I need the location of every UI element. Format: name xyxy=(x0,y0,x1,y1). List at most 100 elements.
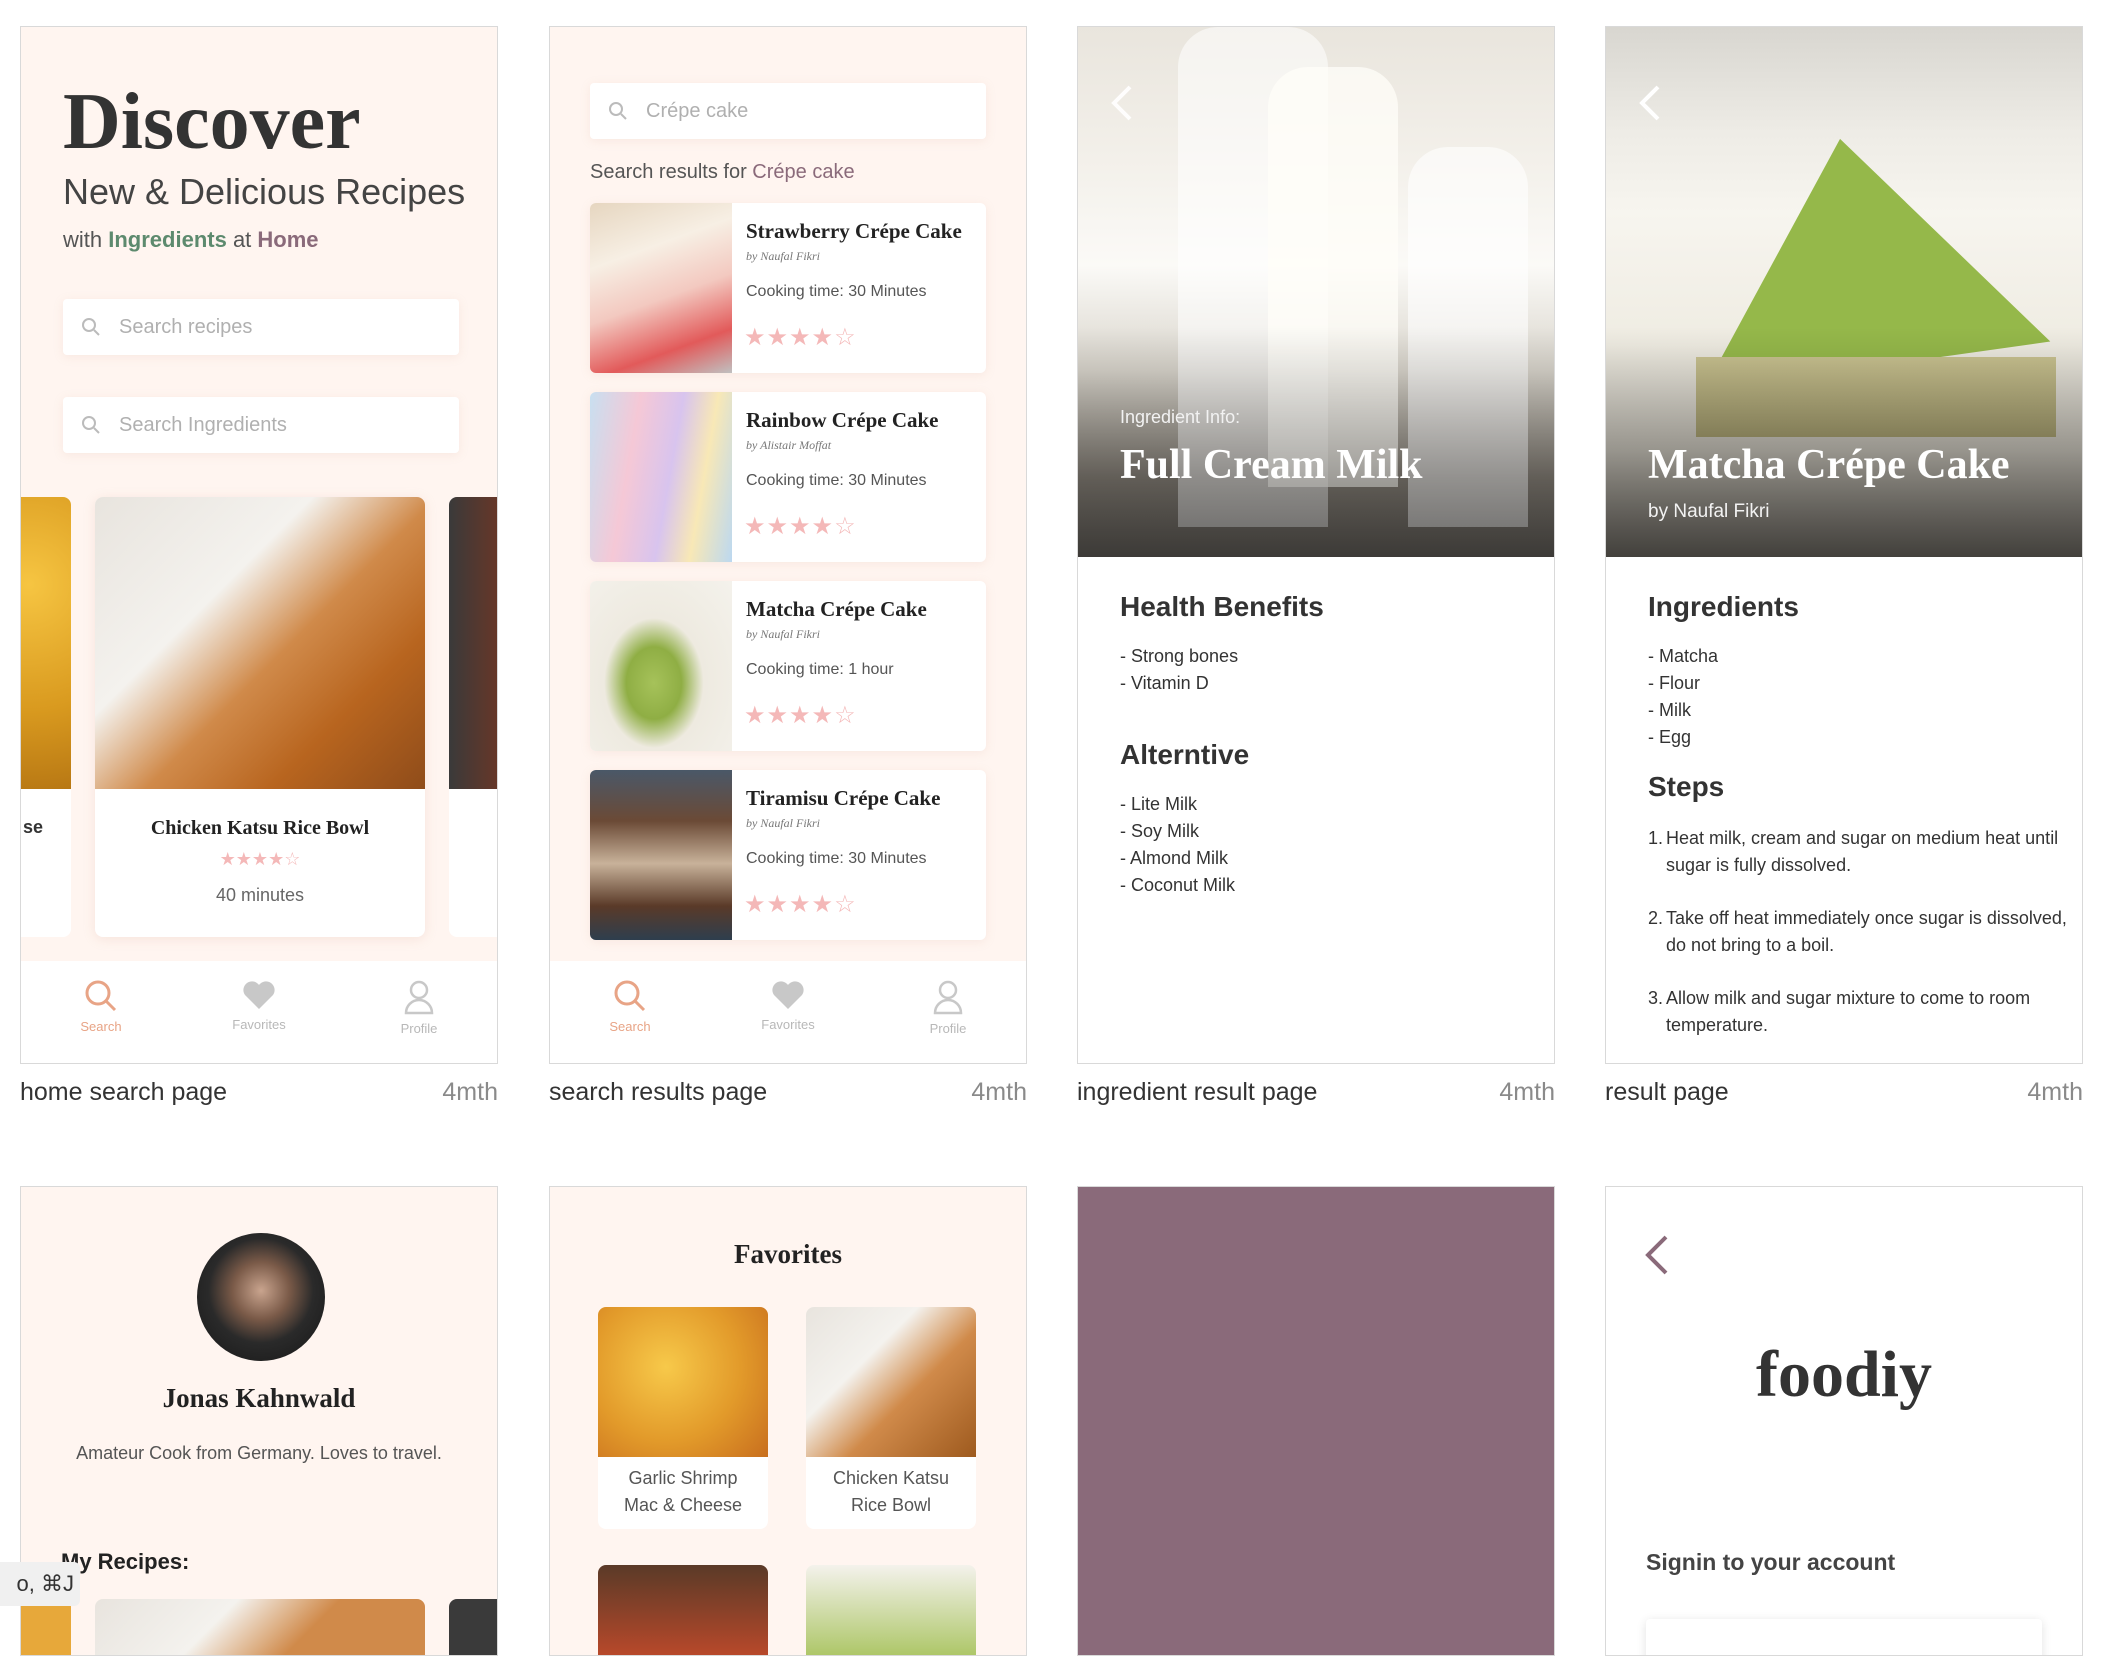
result-author: by Naufal Fikri xyxy=(746,816,820,830)
feature-time: 40 minutes xyxy=(215,885,305,905)
strawberry-cake-image xyxy=(590,203,732,373)
signin-subtitle: Signin to your account xyxy=(1646,1549,1896,1575)
hero-author: by Naufal Fikri xyxy=(1648,501,1770,522)
hero-title: Matcha Crépe Cake xyxy=(1648,442,2010,488)
search-icon xyxy=(82,416,100,434)
result-time: Cooking time: 1 hour xyxy=(746,661,894,678)
step-item: 3. Allow milk and sugar mixture to come t… xyxy=(1648,988,2031,1035)
result-time: Cooking time: 30 Minutes xyxy=(746,472,927,489)
bottom-nav: Search Favorites Profile xyxy=(550,961,1026,1063)
search-ingredients-input[interactable]: Search Ingredients xyxy=(63,397,459,453)
list-item: - Coconut Milk xyxy=(1120,875,1236,895)
email-field[interactable] xyxy=(1646,1619,2042,1655)
nav-search[interactable]: Search xyxy=(51,979,151,1034)
profile-card: Jonas Kahnwald Amateur Cook from Germany… xyxy=(20,1186,498,1656)
tiramisu-cake-image xyxy=(590,770,732,940)
hero-title: Full Cream Milk xyxy=(1120,442,1423,488)
card-caption: home search page xyxy=(20,1078,228,1106)
app-logo: foodiy xyxy=(1755,1338,1933,1411)
nav-favorites[interactable]: Favorites xyxy=(738,979,838,1032)
result-rating: ★★★★☆ xyxy=(744,702,857,729)
carousel-card-right[interactable] xyxy=(449,497,497,937)
result-rating: ★★★★☆ xyxy=(744,513,857,540)
result-time: Cooking time: 30 Minutes xyxy=(746,850,927,867)
matcha-hero-image: Matcha Crépe Cake by Naufal Fikri xyxy=(1606,27,2082,557)
result-title: Rainbow Crépe Cake xyxy=(746,408,939,432)
favorite-item[interactable] xyxy=(806,1565,976,1655)
shortcut-hint: o, ⌘J xyxy=(0,1562,80,1606)
result-item[interactable]: Rainbow Crépe Cake by Alistair Moffat Co… xyxy=(590,392,986,562)
tagline: with Ingredients at Home xyxy=(63,227,319,252)
result-rating: ★★★★☆ xyxy=(744,891,857,918)
tagline-ingredients: Ingredients xyxy=(108,227,227,252)
favorites-card: Favorites Garlic Shrimp Mac & Cheese Chi… xyxy=(549,1186,1027,1656)
search-results-card: Crépe cake Search results for Crépe cake… xyxy=(549,26,1027,1064)
favorites-title: Favorites xyxy=(734,1239,842,1269)
my-recipes-heading: My Recipes: xyxy=(61,1549,190,1574)
card-caption-meta: 4mth xyxy=(1499,1078,1555,1106)
carousel-card-left[interactable]: se xyxy=(21,497,71,937)
feature-recipe-title: Chicken Katsu Rice Bowl xyxy=(150,817,370,839)
favorite-item[interactable]: Chicken Katsu Rice Bowl xyxy=(806,1307,976,1529)
result-author: by Naufal Fikri xyxy=(746,627,820,641)
list-item: - Vitamin D xyxy=(1120,673,1209,693)
mac-cheese-image xyxy=(21,497,71,789)
list-item: - Flour xyxy=(1648,673,1701,693)
nav-profile[interactable]: Profile xyxy=(898,979,998,1036)
recipe-thumb[interactable] xyxy=(449,1599,497,1655)
home-search-card: Discover New & Delicious Recipes with In… xyxy=(20,26,498,1064)
nav-profile[interactable]: Profile xyxy=(369,979,469,1036)
list-item: - Soy Milk xyxy=(1120,821,1200,841)
result-title: Strawberry Crépe Cake xyxy=(746,219,962,243)
tagline-home: Home xyxy=(257,227,319,252)
recipe-thumb[interactable] xyxy=(21,1599,71,1655)
results-query: Crépe cake xyxy=(752,161,855,183)
feature-rating: ★★★★☆ xyxy=(219,849,301,869)
nav-favorites[interactable]: Favorites xyxy=(209,979,309,1032)
search-icon xyxy=(609,102,627,120)
back-arrow-icon[interactable] xyxy=(1636,83,1666,123)
search-input[interactable]: Crépe cake xyxy=(590,83,986,139)
result-item[interactable]: Matcha Crépe Cake by Naufal Fikri Cookin… xyxy=(590,581,986,751)
nav-search[interactable]: Search xyxy=(580,979,680,1034)
alternatives-list: - Lite Milk - Soy Milk - Almond Milk - C… xyxy=(1120,791,1235,899)
avatar[interactable] xyxy=(197,1233,325,1361)
result-title: Matcha Crépe Cake xyxy=(746,597,927,621)
result-title: Tiramisu Crépe Cake xyxy=(746,786,941,810)
list-item: - Milk xyxy=(1648,700,1691,720)
ingredients-list: - Matcha - Flour - Milk - Egg xyxy=(1648,643,1718,751)
back-arrow-icon[interactable] xyxy=(1642,1233,1672,1277)
result-author: by Naufal Fikri xyxy=(746,249,820,263)
search-icon xyxy=(82,318,100,336)
page-subtitle: New & Delicious Recipes xyxy=(63,171,466,212)
favorite-label: Chicken Katsu Rice Bowl xyxy=(832,1468,950,1515)
heart-icon xyxy=(243,981,275,1009)
result-item[interactable]: Strawberry Crépe Cake by Naufal Fikri Co… xyxy=(590,203,986,373)
steps-list: 1. Heat milk, cream and sugar on medium h… xyxy=(1648,825,2068,1039)
favorite-item[interactable] xyxy=(598,1565,768,1655)
favorite-label: Garlic Shrimp Mac & Cheese xyxy=(623,1468,743,1515)
list-item: - Almond Milk xyxy=(1120,848,1229,868)
card-caption-meta: 4mth xyxy=(442,1078,498,1106)
matcha-cake-image xyxy=(590,581,732,751)
result-item[interactable]: Tiramisu Crépe Cake by Naufal Fikri Cook… xyxy=(590,770,986,940)
step-item: 1. Heat milk, cream and sugar on medium h… xyxy=(1648,828,2059,875)
result-time: Cooking time: 30 Minutes xyxy=(746,283,927,300)
recipe-thumb[interactable] xyxy=(95,1599,425,1655)
user-icon xyxy=(404,980,434,1015)
rainbow-cake-image xyxy=(590,392,732,562)
chicken-katsu-image xyxy=(95,497,425,789)
card-caption: search results page xyxy=(549,1078,768,1106)
bottom-nav: Search Favorites Profile xyxy=(21,961,497,1063)
list-item: - Lite Milk xyxy=(1120,794,1198,814)
card-caption-meta: 4mth xyxy=(971,1078,1027,1106)
step-item: 2. Take off heat immediately once sugar i… xyxy=(1648,908,2067,955)
back-arrow-icon[interactable] xyxy=(1108,83,1138,123)
profile-bio: Amateur Cook from Germany. Loves to trav… xyxy=(76,1443,442,1463)
card-caption: ingredient result page xyxy=(1077,1078,1318,1106)
card-caption: result page xyxy=(1605,1078,1729,1106)
favorite-item[interactable]: Garlic Shrimp Mac & Cheese xyxy=(598,1307,768,1529)
feature-recipe-card[interactable]: Chicken Katsu Rice Bowl ★★★★☆ 40 minutes xyxy=(95,497,425,937)
search-recipes-input[interactable]: Search recipes xyxy=(63,299,459,355)
mac-cheese-image xyxy=(598,1307,768,1457)
